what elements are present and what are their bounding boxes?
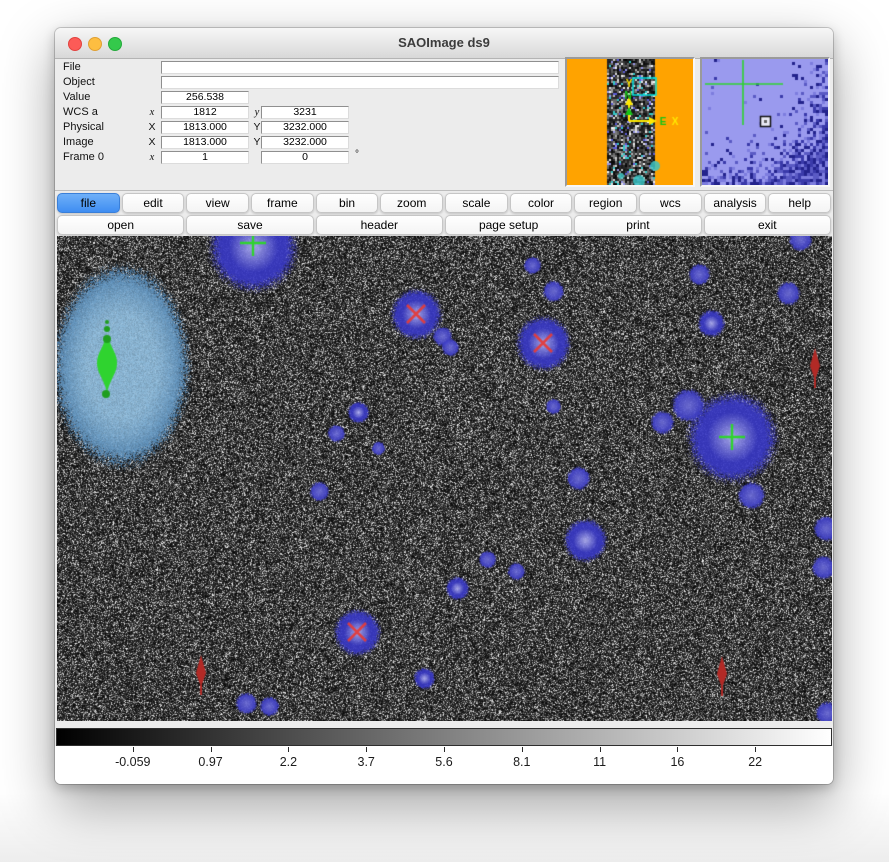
colorbar-tick-mark: [677, 747, 678, 752]
menu-view[interactable]: view: [186, 193, 249, 213]
value-label: Value: [63, 91, 90, 104]
colorbar-tick-label: 11: [593, 755, 606, 769]
colorbar-tick-mark: [288, 747, 289, 752]
file-field[interactable]: [161, 61, 559, 74]
colorbar-tick-label: 22: [748, 755, 762, 769]
object-label: Object: [63, 76, 95, 89]
file-button-row: open save header page setup print exit: [57, 215, 831, 235]
physical-x-label: X: [146, 121, 158, 134]
image-label: Image: [63, 136, 94, 149]
frame-zoom-field[interactable]: 1: [161, 151, 249, 164]
wcs-label: WCS a: [63, 106, 98, 119]
info-row-image: Image X 1813.000 Y 3232.000: [55, 136, 560, 149]
colorbar-tick-mark: [600, 747, 601, 752]
menu-region[interactable]: region: [574, 193, 637, 213]
menu-wcs[interactable]: wcs: [639, 193, 702, 213]
menu-color[interactable]: color: [510, 193, 573, 213]
object-field[interactable]: [161, 76, 559, 89]
wcs-x-label: x: [146, 106, 158, 119]
menu-help[interactable]: help: [768, 193, 831, 213]
colorbar-tick-mark: [755, 747, 756, 752]
info-row-physical: Physical X 1813.000 Y 3232.000: [55, 121, 560, 134]
wcs-x-field[interactable]: 1812: [161, 106, 249, 119]
degree-suffix: °: [355, 149, 359, 160]
menu-bin[interactable]: bin: [316, 193, 379, 213]
physical-y-field[interactable]: 3232.000: [261, 121, 349, 134]
magnifier-panel[interactable]: [700, 57, 830, 187]
colorbar-tick-label: 3.7: [357, 755, 374, 769]
sky-image-canvas[interactable]: [57, 236, 832, 721]
frame-label: Frame 0: [63, 151, 104, 164]
colorbar-tick-label: 16: [670, 755, 684, 769]
colorbar-tick-label: 2.2: [280, 755, 297, 769]
menu-scale[interactable]: scale: [445, 193, 508, 213]
ds9-window: SAOImage ds9 File Object Value 256.538 W…: [55, 28, 833, 784]
window-title: SAOImage ds9: [55, 28, 833, 58]
menu-frame[interactable]: frame: [251, 193, 314, 213]
panner-canvas[interactable]: [567, 59, 693, 185]
info-row-wcs: WCS a x 1812 y 3231: [55, 106, 560, 119]
colorbar-gradient[interactable]: [56, 728, 832, 746]
value-field[interactable]: 256.538: [161, 91, 249, 104]
info-row-file: File: [55, 61, 560, 74]
menu-analysis[interactable]: analysis: [704, 193, 767, 213]
menu-separator: [55, 190, 833, 191]
image-x-label: X: [146, 136, 158, 149]
colorbar-tick-label: 8.1: [513, 755, 530, 769]
save-button[interactable]: save: [186, 215, 313, 235]
physical-label: Physical: [63, 121, 104, 134]
titlebar[interactable]: SAOImage ds9: [55, 28, 833, 59]
colorbar-scale: -0.059 0.97 2.2 3.7 5.6 8.1 11 16 22: [55, 746, 833, 784]
colorbar-tick-mark: [211, 747, 212, 752]
panner-panel[interactable]: [565, 57, 695, 187]
colorbar-tick-mark: [366, 747, 367, 752]
image-x-field[interactable]: 1813.000: [161, 136, 249, 149]
wcs-y-field[interactable]: 3231: [261, 106, 349, 119]
colorbar-tick-label: 5.6: [435, 755, 452, 769]
menu-file[interactable]: file: [57, 193, 120, 213]
info-row-frame: Frame 0 x 1 0 °: [55, 151, 560, 164]
image-y-field[interactable]: 3232.000: [261, 136, 349, 149]
colorbar-tick-mark: [133, 747, 134, 752]
menu-button-row: file edit view frame bin zoom scale colo…: [57, 193, 831, 213]
colorbar-tick-label: -0.059: [115, 755, 150, 769]
colorbar-tick-mark: [522, 747, 523, 752]
file-label: File: [63, 61, 81, 74]
colorbar-tick-mark: [444, 747, 445, 752]
open-button[interactable]: open: [57, 215, 184, 235]
exit-button[interactable]: exit: [704, 215, 831, 235]
info-row-value: Value 256.538: [55, 91, 560, 104]
magnifier-canvas[interactable]: [702, 59, 828, 185]
colorbar-tick-label: 0.97: [198, 755, 222, 769]
frame-zoom-label: x: [146, 151, 158, 164]
page-setup-button[interactable]: page setup: [445, 215, 572, 235]
info-row-object: Object: [55, 76, 560, 89]
header-button[interactable]: header: [316, 215, 443, 235]
frame-rotate-field[interactable]: 0: [261, 151, 349, 164]
print-button[interactable]: print: [574, 215, 701, 235]
menu-zoom[interactable]: zoom: [380, 193, 443, 213]
physical-x-field[interactable]: 1813.000: [161, 121, 249, 134]
menu-edit[interactable]: edit: [122, 193, 185, 213]
